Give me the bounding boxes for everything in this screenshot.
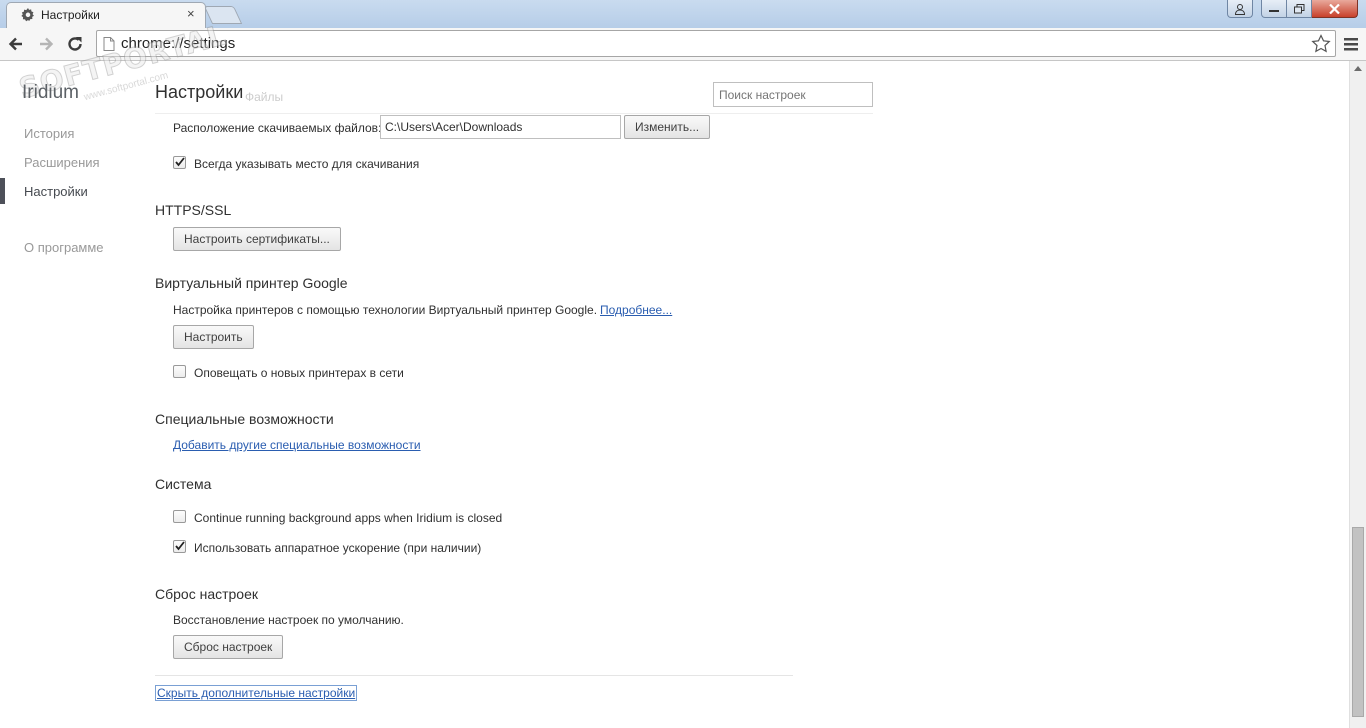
- forward-arrow-icon[interactable]: [36, 34, 56, 54]
- cloud-print-description: Настройка принтеров с помощью технологии…: [173, 303, 598, 317]
- tab-title: Настройки: [41, 8, 100, 22]
- minimize-icon: [1269, 9, 1279, 12]
- address-bar[interactable]: chrome://settings: [96, 30, 1336, 57]
- manage-certificates-button[interactable]: Настроить сертификаты...: [173, 227, 341, 251]
- sidebar-item-about[interactable]: О программе: [24, 240, 104, 255]
- hide-advanced-settings-link[interactable]: Скрыть дополнительные настройки: [155, 685, 358, 701]
- background-apps-checkbox[interactable]: [173, 510, 186, 523]
- vertical-scrollbar[interactable]: [1349, 61, 1366, 728]
- browser-toolbar: chrome://settings: [0, 28, 1366, 61]
- sidebar-item-extensions[interactable]: Расширения: [24, 155, 100, 170]
- cloud-print-learn-more-link[interactable]: Подробнее...: [600, 303, 672, 317]
- page-title: Настройки: [155, 82, 244, 102]
- ask-download-location-checkbox[interactable]: [173, 156, 186, 169]
- scrollbar-thumb[interactable]: [1352, 527, 1364, 717]
- user-icon: [1234, 3, 1246, 15]
- url-text: chrome://settings: [121, 35, 236, 52]
- accessibility-heading: Специальные возможности: [155, 411, 334, 427]
- checkmark-icon: [175, 541, 185, 551]
- reload-icon[interactable]: [65, 34, 85, 54]
- minimize-button[interactable]: [1261, 0, 1287, 18]
- background-apps-label: Continue running background apps when Ir…: [194, 511, 503, 525]
- download-location-label: Расположение скачиваемых файлов:: [173, 121, 382, 135]
- title-bar: Настройки ×: [0, 0, 1366, 28]
- tab-settings[interactable]: Настройки ×: [6, 2, 206, 28]
- scroll-up-arrow-icon[interactable]: [1354, 66, 1362, 71]
- https-heading: HTTPS/SSL: [155, 202, 232, 218]
- close-icon: [1329, 3, 1340, 14]
- sidebar-brand: Iridium: [22, 82, 80, 103]
- header-divider: [155, 113, 873, 114]
- new-tab-button[interactable]: [203, 6, 243, 24]
- checkmark-icon: [175, 157, 185, 167]
- maximize-button[interactable]: [1287, 0, 1312, 18]
- window-controls: [1227, 0, 1358, 18]
- restore-icon: [1293, 3, 1304, 13]
- notify-printers-label: Оповещать о новых принтерах в сети: [194, 366, 404, 380]
- page-icon: [103, 37, 115, 51]
- search-input[interactable]: [713, 82, 873, 107]
- sidebar-active-marker: [0, 178, 5, 204]
- sidebar-item-settings[interactable]: Настройки: [24, 184, 88, 199]
- system-heading: Система: [155, 476, 212, 492]
- bookmark-star-icon[interactable]: [1311, 34, 1331, 54]
- hardware-acceleration-label: Использовать аппаратное ускорение (при н…: [194, 541, 482, 555]
- change-location-button[interactable]: Изменить...: [624, 115, 711, 139]
- reset-description: Восстановление настроек по умолчанию.: [173, 613, 404, 627]
- reset-settings-button[interactable]: Сброс настроек: [173, 635, 284, 659]
- footer-divider: [155, 675, 793, 676]
- close-window-button[interactable]: [1312, 0, 1358, 18]
- header-ghost-text: Файлы: [245, 90, 284, 104]
- reset-heading: Сброс настроек: [155, 586, 259, 602]
- gear-icon: [21, 8, 34, 22]
- notify-printers-checkbox[interactable]: [173, 365, 186, 378]
- tab-close-icon[interactable]: ×: [187, 6, 195, 21]
- add-accessibility-features-link[interactable]: Добавить другие специальные возможности: [173, 438, 421, 452]
- sidebar-item-history[interactable]: История: [24, 126, 74, 141]
- profile-button[interactable]: [1227, 0, 1253, 18]
- ask-download-location-label: Всегда указывать место для скачивания: [194, 157, 420, 171]
- cloud-print-setup-button[interactable]: Настроить: [173, 325, 254, 349]
- download-location-field[interactable]: C:\Users\Acer\Downloads: [380, 115, 621, 139]
- back-arrow-icon[interactable]: [6, 34, 26, 54]
- hardware-acceleration-checkbox[interactable]: [173, 540, 186, 553]
- cloud-print-heading: Виртуальный принтер Google: [155, 275, 348, 291]
- menu-icon[interactable]: [1340, 33, 1362, 55]
